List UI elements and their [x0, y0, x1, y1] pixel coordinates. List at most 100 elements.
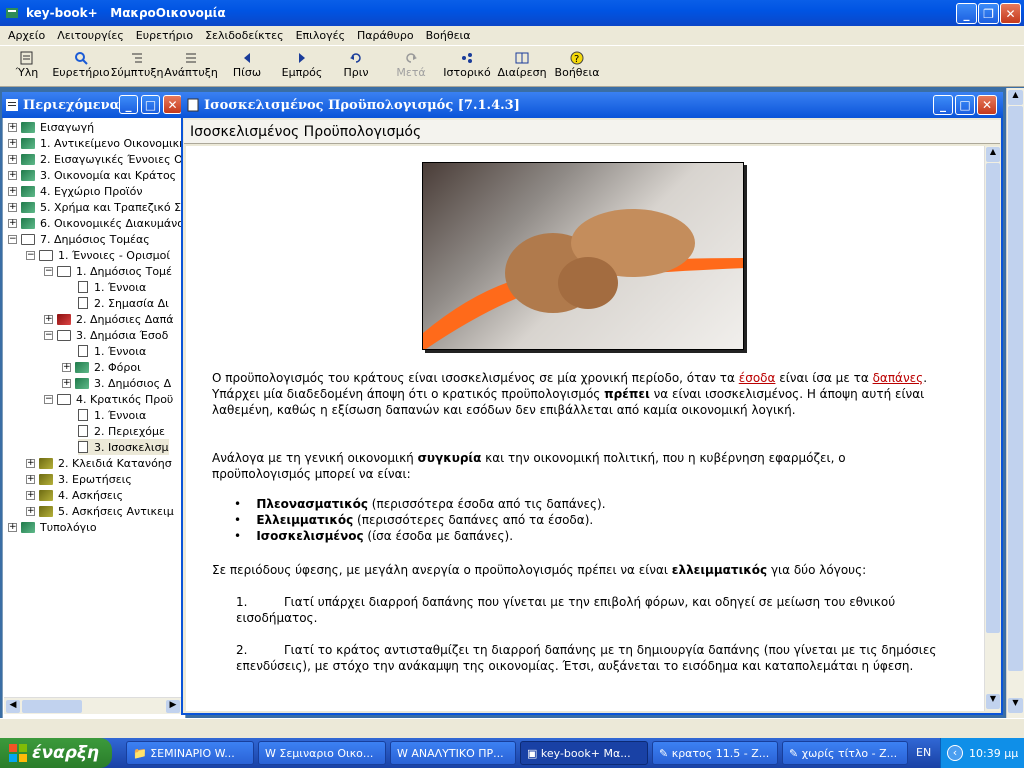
- taskbar-item-keybook[interactable]: ▣ key-book+ Μα...: [520, 741, 648, 765]
- menu-window[interactable]: Παράθυρο: [351, 29, 420, 42]
- toolbar-back-button[interactable]: Πίσω: [232, 50, 262, 84]
- contents-maximize-button[interactable]: □: [141, 95, 160, 114]
- scroll-down-icon[interactable]: ▼: [986, 694, 1000, 709]
- tree-item[interactable]: +1. Αντικείμενο Οικονομικής: [8, 135, 182, 151]
- contents-close-button[interactable]: ✕: [163, 95, 182, 114]
- tree-item[interactable]: 1. Έννοια: [78, 279, 146, 295]
- document-close-button[interactable]: ✕: [977, 95, 997, 115]
- scroll-right-icon[interactable]: ▶: [166, 700, 180, 713]
- scroll-down-icon[interactable]: ▼: [1008, 698, 1023, 713]
- link-expenses[interactable]: δαπάνες: [873, 371, 924, 385]
- collapse-toggle-icon[interactable]: −: [44, 330, 53, 340]
- taskbar-item-word-doc-2[interactable]: W ΑΝΑΛΥΤΙΚΟ ΠΡ...: [390, 741, 516, 765]
- expand-toggle-icon[interactable]: +: [26, 474, 35, 484]
- taskbar-item-folder[interactable]: 📁 ΣΕΜΙΝΑΡΙΟ W...: [126, 741, 254, 765]
- menu-help[interactable]: Βοήθεια: [420, 29, 477, 42]
- link-revenues[interactable]: έσοδα: [739, 371, 776, 385]
- toolbar-help-button[interactable]: ? Βοήθεια: [555, 50, 599, 84]
- menu-index[interactable]: Ευρετήριο: [130, 29, 199, 42]
- tree-item[interactable]: +2. Δημόσιες Δαπά: [44, 311, 173, 327]
- scroll-up-icon[interactable]: ▲: [986, 147, 1000, 162]
- expand-toggle-icon[interactable]: +: [8, 138, 17, 148]
- expand-toggle-icon[interactable]: +: [8, 170, 17, 180]
- tree-item[interactable]: +3. Δημόσιος Δ: [62, 375, 171, 391]
- tree-item[interactable]: −1. Έννοιες - Ορισμοί: [26, 247, 170, 263]
- tree-item[interactable]: +4. Ασκήσεις: [26, 487, 123, 503]
- tree-item[interactable]: +3. Ερωτήσεις: [26, 471, 132, 487]
- tree-item[interactable]: −3. Δημόσια Έσοδ: [44, 327, 168, 343]
- tree-item[interactable]: −7. Δημόσιος Τομέας: [8, 231, 150, 247]
- tree-item[interactable]: +2. Κλειδιά Κατανόησ: [26, 455, 172, 471]
- toolbar-split-button[interactable]: Διαίρεση: [497, 50, 547, 84]
- toolbar-previous-button[interactable]: Πριν: [342, 50, 370, 84]
- tree-item[interactable]: 1. Έννοια: [78, 407, 146, 423]
- tree-item[interactable]: + Εισαγωγή: [8, 119, 94, 135]
- expand-toggle-icon[interactable]: +: [62, 362, 71, 372]
- toolbar-history-button[interactable]: Ιστορικό: [443, 50, 491, 84]
- tray-arrow-icon[interactable]: ‹: [947, 745, 963, 761]
- taskbar-item-paint[interactable]: ✎ κρατος 11.5 - Ζ...: [652, 741, 778, 765]
- scroll-thumb[interactable]: [22, 700, 82, 713]
- close-button[interactable]: ✕: [1000, 3, 1021, 24]
- tree-item[interactable]: +3. Οικονομία και Κράτος: [8, 167, 176, 183]
- tree-item[interactable]: +2. Εισαγωγικές Έννοιες Οι: [8, 151, 182, 167]
- toolbar-forward-button[interactable]: Εμπρός: [282, 50, 322, 84]
- document-vertical-scrollbar[interactable]: ▲ ▼: [984, 146, 1000, 711]
- expand-toggle-icon[interactable]: +: [8, 154, 17, 164]
- scroll-left-icon[interactable]: ◀: [6, 700, 20, 713]
- tree-item[interactable]: 2. Περιεχόμε: [78, 423, 165, 439]
- tree-item[interactable]: 2. Σημασία Δι: [78, 295, 169, 311]
- taskbar-item-word-doc[interactable]: W Σεμιναριο Οικο...: [258, 741, 386, 765]
- restore-button[interactable]: ❐: [978, 3, 999, 24]
- toolbar-contents-button[interactable]: Ύλη: [14, 50, 40, 84]
- scroll-thumb[interactable]: [1008, 106, 1023, 671]
- expand-toggle-icon[interactable]: +: [26, 458, 35, 468]
- expand-toggle-icon[interactable]: +: [44, 314, 53, 324]
- toolbar-expand-button[interactable]: Ανάπτυξη: [164, 50, 218, 84]
- collapse-toggle-icon[interactable]: −: [44, 394, 53, 404]
- collapse-toggle-icon[interactable]: −: [44, 266, 53, 276]
- expand-toggle-icon[interactable]: +: [62, 378, 71, 388]
- toolbar-collapse-button[interactable]: Σύμπτυξη: [110, 50, 164, 84]
- tree-item-selected[interactable]: 3. Ισοσκελισμ: [78, 439, 169, 455]
- tree-item[interactable]: −1. Δημόσιος Τομέ: [44, 263, 172, 279]
- menu-functions[interactable]: Λειτουργίες: [51, 29, 130, 42]
- scroll-thumb[interactable]: [986, 163, 1000, 633]
- language-indicator[interactable]: EN: [916, 746, 931, 759]
- document-minimize-button[interactable]: _: [933, 95, 953, 115]
- expand-toggle-icon[interactable]: +: [8, 122, 17, 132]
- main-vertical-scrollbar[interactable]: ▲ ▼: [1006, 88, 1024, 718]
- contents-panel-title-bar[interactable]: Περιεχόμενα _ □ ✕: [2, 92, 186, 118]
- expand-toggle-icon[interactable]: +: [8, 202, 17, 212]
- tree-item[interactable]: −4. Κρατικός Προϋ: [44, 391, 173, 407]
- toolbar-next-button[interactable]: Μετά: [396, 50, 426, 84]
- tree-item[interactable]: +6. Οικονομικές Διακυμάνσε: [8, 215, 182, 231]
- collapse-toggle-icon[interactable]: −: [26, 250, 35, 260]
- document-title-bar[interactable]: Ισοσκελισμένος Προϋπολογισμός [7.1.4.3] …: [181, 92, 1003, 118]
- expand-toggle-icon[interactable]: +: [26, 490, 35, 500]
- tree-item[interactable]: 1. Έννοια: [78, 343, 146, 359]
- collapse-toggle-icon[interactable]: −: [8, 234, 17, 244]
- menu-bookmarks[interactable]: Σελιδοδείκτες: [199, 29, 290, 42]
- minimize-button[interactable]: _: [956, 3, 977, 24]
- menu-file[interactable]: Αρχείο: [2, 29, 51, 42]
- tree-item[interactable]: + Τυπολόγιο: [8, 519, 97, 535]
- scroll-up-icon[interactable]: ▲: [1008, 90, 1023, 105]
- contents-horizontal-scrollbar[interactable]: ◀ ▶: [4, 697, 182, 714]
- tree-item[interactable]: +5. Χρήμα και Τραπεζικό Σύ: [8, 199, 182, 215]
- app-title-bar[interactable]: key-book+ ΜακροΟικονομία _ ❐ ✕: [0, 0, 1024, 26]
- expand-toggle-icon[interactable]: +: [8, 522, 17, 532]
- menu-options[interactable]: Επιλογές: [290, 29, 351, 42]
- start-button[interactable]: έναρξη: [0, 738, 112, 768]
- tree-item[interactable]: +5. Ασκήσεις Αντικειμ: [26, 503, 174, 519]
- document-maximize-button[interactable]: □: [955, 95, 975, 115]
- contents-minimize-button[interactable]: _: [119, 95, 138, 114]
- numbered-item-1: 1. Γιατί υπάρχει διαρροή δαπάνης που γίνε…: [236, 595, 896, 625]
- tree-item[interactable]: +4. Εγχώριο Προϊόν: [8, 183, 143, 199]
- expand-toggle-icon[interactable]: +: [8, 186, 17, 196]
- expand-toggle-icon[interactable]: +: [8, 218, 17, 228]
- tree-item[interactable]: +2. Φόροι: [62, 359, 141, 375]
- toolbar-index-button[interactable]: Ευρετήριο: [52, 50, 110, 84]
- expand-toggle-icon[interactable]: +: [26, 506, 35, 516]
- taskbar-item-paint-2[interactable]: ✎ χωρίς τίτλο - Ζ...: [782, 741, 908, 765]
